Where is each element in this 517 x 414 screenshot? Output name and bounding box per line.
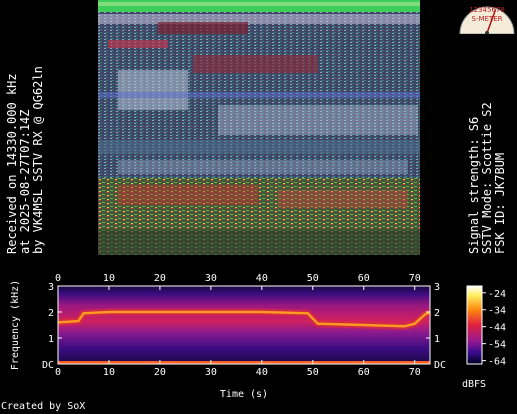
colorbar-tick-label: -24 [488,289,506,300]
x-tick-label-top: 60 [358,273,370,284]
x-tick-label-bottom: 20 [154,367,166,378]
y-tick-label-left: 1 [48,334,54,345]
colorbar-tick-label: -64 [488,357,506,368]
decoded-sstv-image [98,0,420,255]
x-tick-label-top: 20 [154,273,166,284]
x-tick-label-bottom: 0 [55,367,61,378]
colorbar-ticks: -24 -34 -44 -54 -64 [482,289,506,368]
spectrogram-panel: 0 10 20 30 40 50 60 70 0 10 20 30 40 50 60 70 DC 1 2 3 DC… [0,262,517,414]
colorbar-tick-label: -54 [488,340,506,351]
y-tick-label-right: DC [434,360,446,371]
colorbar [466,285,483,365]
y-axis-label: Frequency (kHz) [10,280,21,370]
x-tick-label-top: 50 [307,273,319,284]
credit-text: Created by SoX [1,401,86,412]
y-tick-label-left: 3 [48,282,54,293]
colorbar-unit: dBFS [462,379,486,390]
s-meter-scale: 12345678 [469,6,505,14]
x-tick-label-bottom: 70 [409,367,421,378]
x-tick-label-bottom: 30 [205,367,217,378]
x-tick-label-bottom: 40 [256,367,268,378]
x-tick-label-top: 40 [256,273,268,284]
y-tick-label-right: 2 [434,308,440,319]
receiver-station-text: by VK4MSL SSTV RX @ QG62ln [31,66,45,254]
y-tick-label-left: 2 [48,308,54,319]
y-tick-label-right: 1 [434,334,440,345]
s-meter-icon: 12345678 S-METER [459,6,515,34]
x-tick-label-bottom: 10 [103,367,115,378]
s-meter-label: S-METER [472,15,503,23]
spectrogram-chart: 0 10 20 30 40 50 60 70 0 10 20 30 40 50 60 70 DC 1 2 3 DC… [10,273,506,400]
x-tick-label-top: 10 [103,273,115,284]
y-tick-label-left: DC [42,360,54,371]
y-tick-label-right: 3 [434,282,440,293]
colorbar-tick-label: -44 [488,323,506,334]
fsk-id-text: FSK ID: JK7BUM [493,152,507,254]
sstv-receive-report: Received on 14330.000 kHz at 2025-08-27T… [0,0,517,414]
x-tick-label-bottom: 60 [358,367,370,378]
x-tick-label-bottom: 50 [307,367,319,378]
sstv-picture [98,0,420,255]
colorbar-tick-label: -34 [488,306,506,317]
x-tick-label-top: 70 [409,273,421,284]
x-axis-label: Time (s) [220,389,268,400]
x-tick-label-top: 30 [205,273,217,284]
x-tick-label-top: 0 [55,273,61,284]
